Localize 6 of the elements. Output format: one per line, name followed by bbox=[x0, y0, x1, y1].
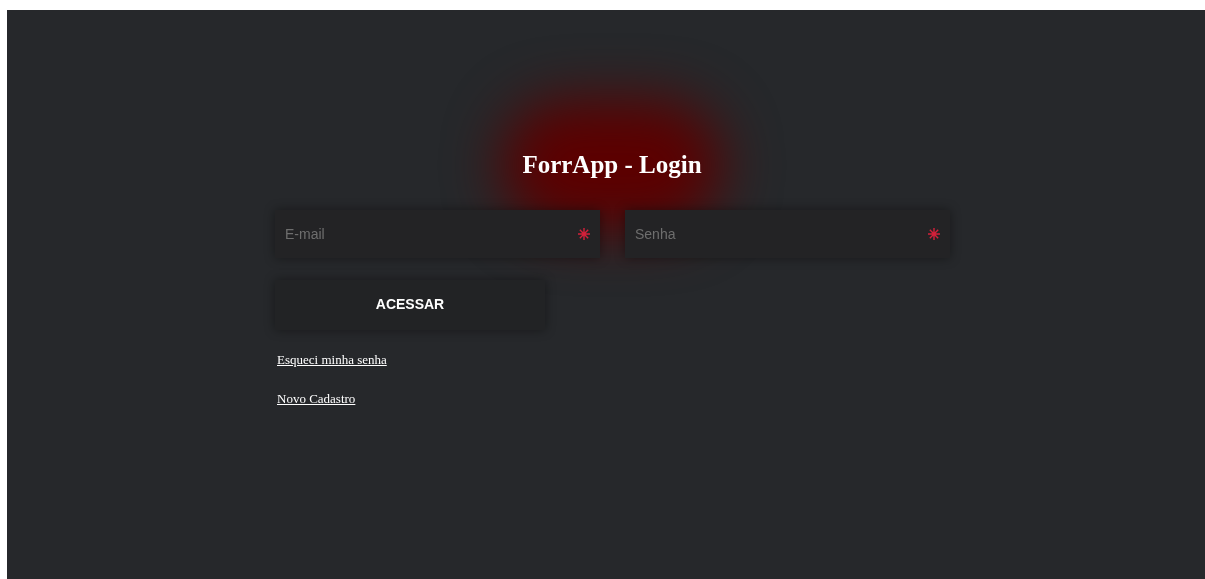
text-link[interactable]: Esqueci minha senha bbox=[277, 349, 387, 369]
login-button[interactable]: ACESSAR bbox=[275, 279, 545, 330]
text-link[interactable]: Novo Cadastro bbox=[277, 389, 356, 409]
input-field[interactable]: E-mail bbox=[275, 209, 600, 258]
input-field[interactable]: Senha bbox=[625, 209, 950, 258]
page-title: ForrApp - Login bbox=[522, 150, 702, 180]
